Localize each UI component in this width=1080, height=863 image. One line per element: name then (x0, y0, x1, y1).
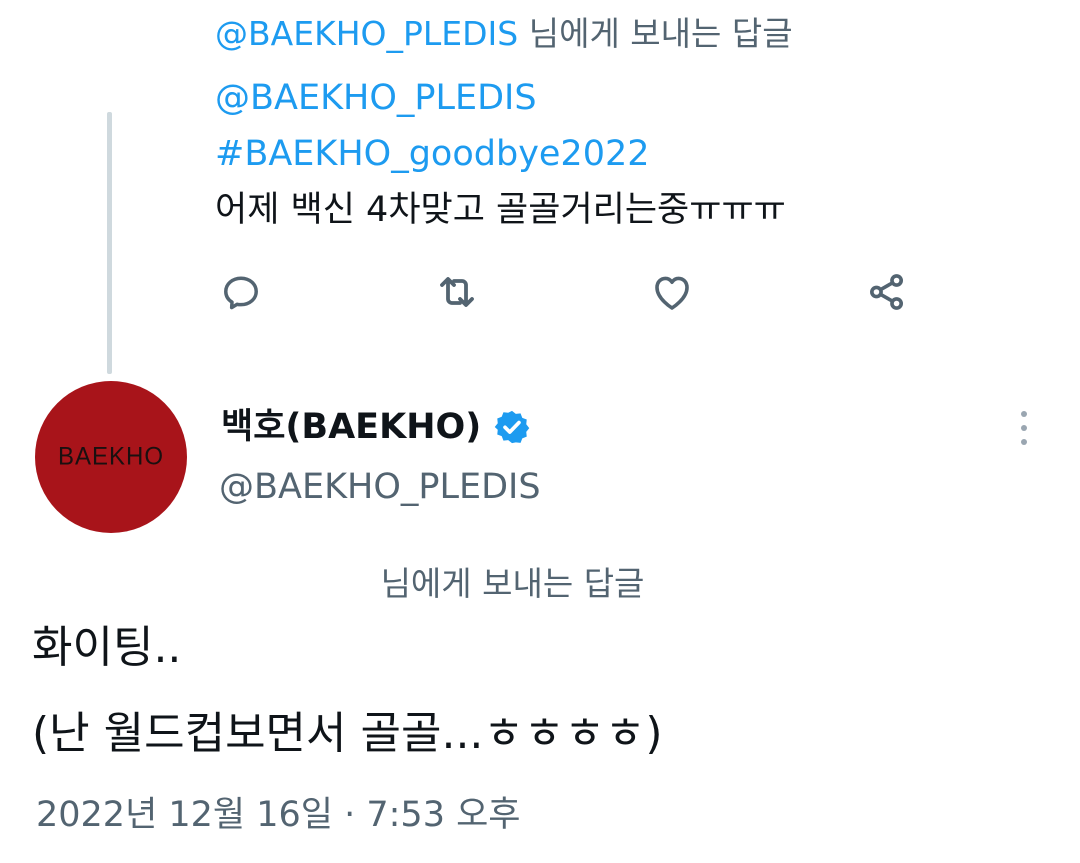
reply-icon (224, 276, 258, 310)
parent-tweet-text: 어제 백신 4차맞고 골골거리는중ㅠㅠㅠ (215, 190, 786, 230)
like-button[interactable] (648, 268, 696, 316)
tweet-timestamp[interactable]: 2022년 12월 16일 · 7:53 오후 (36, 792, 521, 838)
avatar[interactable]: BAEKHO (35, 381, 187, 533)
retweet-button[interactable] (433, 268, 481, 316)
tweet-body-line-2: (난 월드컵보면서 골골...ㅎㅎㅎㅎ) (32, 708, 663, 759)
thread-connector-line (107, 112, 112, 374)
mention-link[interactable]: @BAEKHO_PLEDIS (215, 76, 537, 120)
reply-note: 님에게 보내는 답글 (380, 564, 645, 603)
verified-badge-icon (494, 410, 530, 444)
author-handle[interactable]: @BAEKHO_PLEDIS (219, 463, 541, 511)
replying-to-suffix: 님에게 보내는 답글 (518, 14, 793, 53)
avatar-logo: BAEKHO (57, 442, 165, 471)
more-options-button[interactable] (1008, 404, 1040, 452)
more-vertical-icon (1021, 411, 1027, 445)
share-icon (870, 274, 904, 310)
tweet-body-line-1: 화이팅.. (32, 622, 182, 673)
author-display-name[interactable]: 백호(BAEKHO) (221, 403, 531, 451)
display-name-text: 백호(BAEKHO) (221, 407, 482, 447)
replying-to-handle-link[interactable]: @BAEKHO_PLEDIS (215, 14, 518, 53)
replying-to-line: @BAEKHO_PLEDIS 님에게 보내는 답글 (215, 12, 793, 56)
retweet-icon (440, 277, 474, 307)
reply-button[interactable] (217, 268, 265, 316)
share-button[interactable] (863, 268, 911, 316)
heart-icon (655, 276, 689, 310)
hashtag-link[interactable]: #BAEKHO_goodbye2022 (215, 132, 650, 176)
